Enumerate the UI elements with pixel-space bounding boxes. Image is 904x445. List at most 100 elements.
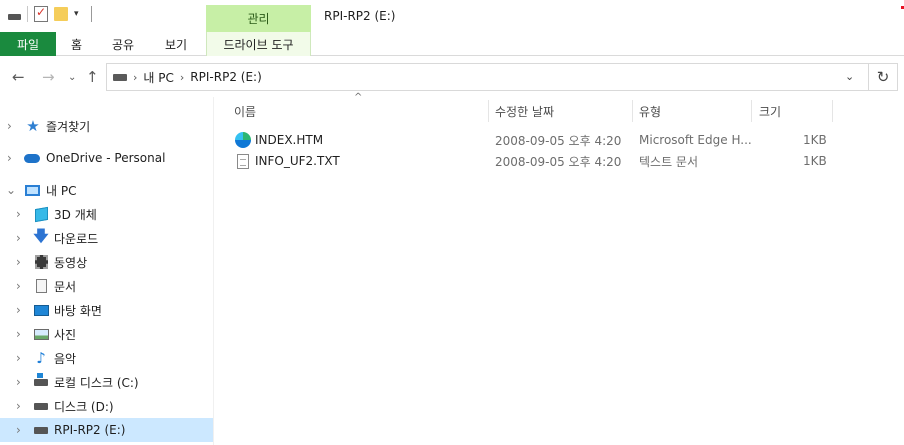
nav-item-rpi-rp2[interactable]: › RPI-RP2 (E:): [0, 418, 213, 442]
up-arrow-icon[interactable]: ↑: [86, 68, 99, 86]
recent-locations-chevron-icon[interactable]: ⌄: [68, 72, 76, 83]
breadcrumb-drive[interactable]: RPI-RP2 (E:): [190, 70, 261, 84]
toolbar-divider: [27, 6, 28, 22]
nav-item-label: 다운로드: [54, 231, 99, 246]
edge-icon: [235, 130, 251, 150]
breadcrumb-chevron-icon[interactable]: ›: [180, 71, 184, 84]
nav-item-this-pc[interactable]: ⌄ 내 PC: [0, 178, 213, 202]
expand-chevron-icon[interactable]: ›: [16, 327, 21, 341]
window-title: RPI-RP2 (E:): [324, 9, 396, 23]
tab-share[interactable]: 공유: [112, 32, 134, 56]
tab-manage[interactable]: 관리: [206, 5, 311, 32]
column-divider[interactable]: [832, 100, 833, 122]
nav-item-pictures[interactable]: › 사진: [0, 322, 213, 346]
forward-arrow-icon[interactable]: →: [42, 68, 55, 86]
expand-chevron-icon[interactable]: ›: [7, 119, 12, 133]
drive-icon[interactable]: [8, 14, 21, 20]
breadcrumb-this-pc[interactable]: 내 PC: [143, 69, 173, 86]
refresh-icon: ↻: [876, 68, 890, 86]
address-bar[interactable]: › 내 PC › RPI-RP2 (E:): [106, 63, 869, 91]
file-name: INDEX.HTM: [255, 133, 324, 147]
column-header-type[interactable]: 유형: [639, 100, 661, 122]
nav-item-onedrive[interactable]: › OneDrive - Personal: [0, 146, 213, 170]
expand-chevron-icon[interactable]: ›: [16, 207, 21, 221]
file-modified: 2008-09-05 오후 4:20: [495, 133, 622, 148]
document-icon: [33, 278, 49, 294]
expand-chevron-icon[interactable]: ›: [16, 279, 21, 293]
nav-item-quick-access[interactable]: › ★ 즐겨찾기: [0, 114, 213, 138]
file-modified: 2008-09-05 오후 4:20: [495, 154, 622, 169]
tab-drive-tools[interactable]: 드라이브 도구: [206, 32, 311, 56]
nav-item-label: 사진: [54, 327, 77, 342]
expand-chevron-icon[interactable]: ›: [16, 351, 21, 365]
windows-drive-icon: [33, 372, 49, 390]
column-divider[interactable]: [488, 100, 489, 122]
table-row[interactable]: INDEX.HTM 2008-09-05 오후 4:20 Microsoft E…: [233, 130, 853, 150]
file-name: INFO_UF2.TXT: [255, 154, 340, 168]
nav-item-disk-d[interactable]: › 디스크 (D:): [0, 394, 213, 418]
drive-icon: [113, 73, 127, 81]
nav-item-downloads[interactable]: › 🡇 다운로드: [0, 226, 213, 250]
expand-chevron-icon[interactable]: ›: [16, 231, 21, 245]
cube-icon: [33, 206, 49, 222]
tab-home[interactable]: 홈: [71, 32, 82, 56]
file-size: 1KB: [803, 133, 827, 147]
nav-item-videos[interactable]: › 동영상: [0, 250, 213, 274]
refresh-button[interactable]: ↻: [869, 63, 898, 91]
nav-item-music[interactable]: › ♪ 음악: [0, 346, 213, 370]
tab-view[interactable]: 보기: [165, 32, 187, 56]
nav-item-label: OneDrive - Personal: [46, 151, 166, 165]
breadcrumb-chevron-icon[interactable]: ›: [133, 71, 137, 84]
file-list: ^ 이름 수정한 날짜 유형 크기 INDEX.HTM 2008-09-05 오…: [215, 92, 904, 445]
nav-item-label: 바탕 화면: [54, 303, 102, 318]
back-arrow-icon[interactable]: ←: [12, 68, 25, 86]
cloud-icon: [24, 150, 40, 166]
file-type: Microsoft Edge H...: [639, 133, 752, 147]
expand-chevron-icon[interactable]: ›: [16, 303, 21, 317]
video-icon: [33, 254, 49, 270]
properties-icon[interactable]: [34, 5, 48, 22]
nav-item-label: 디스크 (D:): [54, 399, 114, 414]
nav-item-local-disk-c[interactable]: › 로컬 디스크 (C:): [0, 370, 213, 394]
expand-chevron-icon[interactable]: ›: [7, 151, 12, 165]
desktop-icon: [33, 302, 49, 318]
nav-item-label: 문서: [54, 279, 77, 294]
nav-item-label: 로컬 디스크 (C:): [54, 375, 139, 390]
computer-icon: [24, 182, 40, 198]
title-bar: ▾ 관리 RPI-RP2 (E:): [0, 0, 904, 32]
column-divider[interactable]: [751, 100, 752, 122]
column-divider[interactable]: [632, 100, 633, 122]
music-note-icon: ♪: [36, 349, 46, 367]
nav-item-label: 동영상: [54, 255, 88, 270]
download-arrow-icon: 🡇: [33, 226, 49, 245]
nav-item-label: 3D 개체: [54, 207, 97, 222]
expand-chevron-icon[interactable]: ›: [16, 255, 21, 269]
drive-icon: [33, 398, 49, 414]
quick-access-toolbar: ▾: [8, 5, 92, 22]
nav-item-documents[interactable]: › 문서: [0, 274, 213, 298]
expand-chevron-icon[interactable]: ›: [16, 423, 21, 437]
drive-icon: [33, 422, 49, 438]
nav-item-3d-objects[interactable]: › 3D 개체: [0, 202, 213, 226]
nav-item-label: 내 PC: [46, 183, 77, 198]
sort-ascending-icon: ^: [354, 92, 363, 103]
ribbon-tabs: 파일 홈 공유 보기 드라이브 도구: [0, 32, 904, 56]
column-header-size[interactable]: 크기: [759, 100, 781, 122]
expand-chevron-icon[interactable]: ›: [16, 375, 21, 389]
nav-item-label: 음악: [54, 351, 77, 366]
expand-chevron-icon[interactable]: ›: [16, 399, 21, 413]
text-file-icon: [237, 151, 249, 171]
new-folder-icon[interactable]: [54, 7, 68, 21]
collapse-chevron-icon[interactable]: ⌄: [6, 183, 16, 197]
column-header-name[interactable]: 이름: [234, 100, 256, 122]
nav-item-desktop[interactable]: › 바탕 화면: [0, 298, 213, 322]
star-icon: ★: [26, 117, 40, 135]
file-type: 텍스트 문서: [639, 154, 699, 169]
tab-file[interactable]: 파일: [0, 32, 56, 56]
customize-toolbar-dropdown-icon[interactable]: ▾: [74, 9, 79, 19]
picture-icon: [33, 326, 49, 342]
nav-item-label: 즐겨찾기: [46, 119, 91, 134]
address-dropdown-chevron-icon[interactable]: ⌄: [845, 70, 854, 83]
column-header-modified[interactable]: 수정한 날짜: [495, 100, 554, 122]
table-row[interactable]: INFO_UF2.TXT 2008-09-05 오후 4:20 텍스트 문서 1…: [233, 151, 853, 171]
